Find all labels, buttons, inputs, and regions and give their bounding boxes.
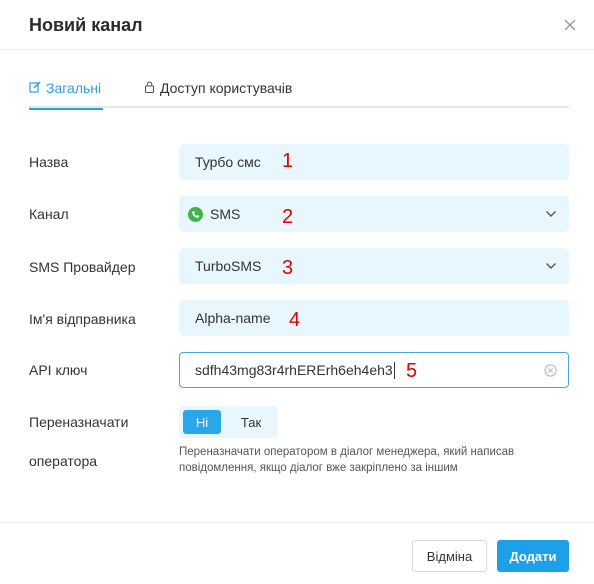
- reassign-label-line1: Переназначати: [29, 414, 129, 430]
- lock-icon: [144, 81, 155, 93]
- new-channel-dialog: Новий канал Загальні Доступ користувачів…: [0, 0, 594, 584]
- reassign-toggle: Ні Так: [179, 406, 278, 438]
- name-label: Назва: [29, 154, 69, 170]
- name-input[interactable]: Турбо смс: [179, 144, 569, 180]
- tab-user-access-label: Доступ користувачів: [160, 80, 293, 96]
- tab-general[interactable]: Загальні: [29, 80, 104, 110]
- sender-value: Alpha-name: [195, 310, 271, 326]
- dialog-header: Новий канал: [0, 0, 594, 50]
- provider-value: TurboSMS: [195, 258, 262, 274]
- provider-label: SMS Провайдер: [29, 259, 136, 275]
- annotation-1: 1: [282, 150, 294, 172]
- channel-label: Канал: [29, 206, 69, 222]
- chevron-down-icon: [546, 211, 556, 217]
- annotation-5: 5: [406, 360, 418, 382]
- annotation-4: 4: [289, 309, 301, 331]
- annotation-3: 3: [282, 257, 294, 279]
- reassign-option-yes[interactable]: Так: [231, 410, 271, 434]
- edit-icon: [29, 81, 41, 93]
- provider-select[interactable]: TurboSMS: [179, 248, 569, 284]
- reassign-label-line2: оператора: [29, 453, 98, 469]
- sender-input[interactable]: Alpha-name: [179, 300, 569, 336]
- tab-bar: Загальні Доступ користувачів: [29, 80, 569, 110]
- tab-user-access[interactable]: Доступ користувачів: [144, 80, 292, 108]
- api-key-input[interactable]: sdfh43mg83r4rhERErh6eh4eh3: [179, 352, 569, 388]
- cancel-button[interactable]: Відміна: [412, 540, 487, 572]
- annotation-2: 2: [282, 206, 294, 228]
- dialog-title: Новий канал: [29, 15, 143, 35]
- close-icon[interactable]: [563, 18, 577, 32]
- channel-value: SMS: [210, 206, 241, 222]
- api-key-value: sdfh43mg83r4rhERErh6eh4eh3: [195, 362, 393, 378]
- sender-label: Ім'я відправника: [29, 311, 136, 327]
- text-cursor: [393, 361, 395, 379]
- channel-select[interactable]: SMS: [179, 196, 569, 232]
- add-button[interactable]: Додати: [497, 540, 569, 572]
- reassign-option-no[interactable]: Ні: [183, 410, 221, 434]
- phone-icon: [188, 206, 203, 222]
- tab-general-label: Загальні: [46, 80, 102, 96]
- clear-icon[interactable]: [544, 364, 557, 377]
- reassign-hint: Переназначати оператором в діалог менедж…: [179, 446, 515, 474]
- chevron-down-icon: [546, 263, 556, 269]
- name-value: Турбо смс: [195, 154, 261, 170]
- footer-divider: [0, 522, 594, 523]
- api-key-label: API ключ: [29, 362, 88, 378]
